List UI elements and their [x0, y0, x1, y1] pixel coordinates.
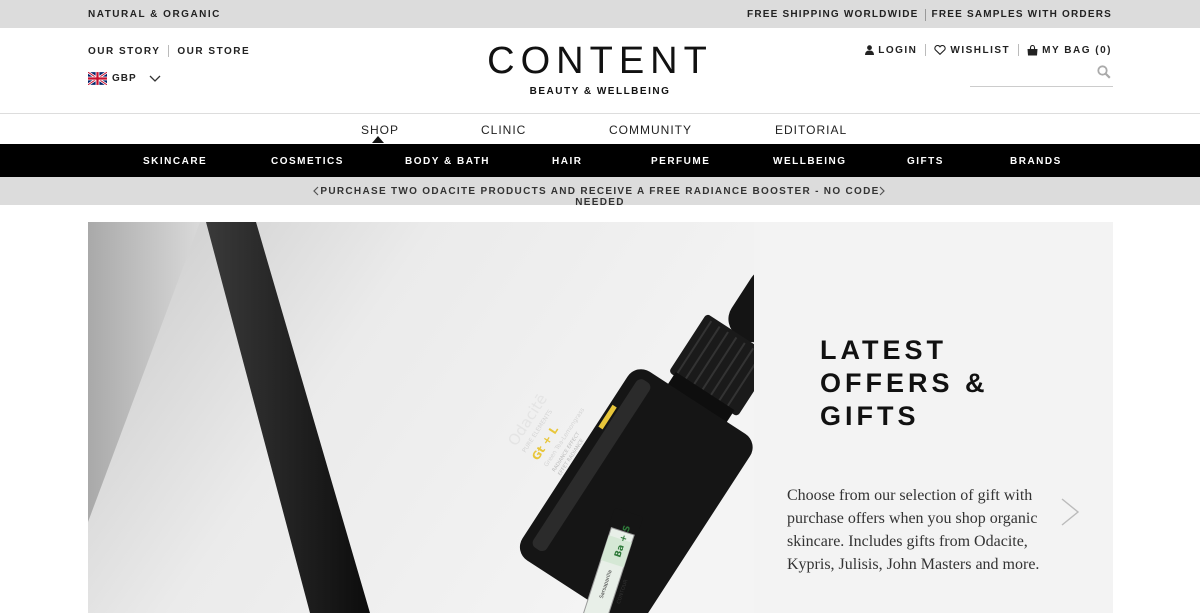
category-perfume[interactable]: PERFUME — [651, 156, 710, 167]
category-navigation: SKINCARE COSMETICS BODY & BATH HAIR PERF… — [0, 144, 1200, 177]
my-bag-link[interactable]: MY BAG (0) — [1027, 44, 1112, 56]
divider — [1018, 44, 1020, 56]
product-photo-illustration: Odacitē PURE ELEMENTS Gt + L Green Tea-L… — [88, 222, 754, 613]
tab-community[interactable]: COMMUNITY — [609, 123, 692, 137]
free-samples-label: FREE SAMPLES WITH ORDERS — [931, 9, 1112, 20]
login-label: LOGIN — [878, 44, 918, 56]
user-icon — [865, 45, 875, 55]
our-store-link[interactable]: OUR STORE — [177, 46, 250, 57]
search-input[interactable] — [970, 62, 1090, 84]
currency-selector[interactable]: GBP — [88, 72, 161, 85]
category-gifts[interactable]: GIFTS — [907, 156, 944, 167]
category-skincare[interactable]: SKINCARE — [143, 156, 207, 167]
logo-wordmark: CONTENT — [487, 40, 713, 82]
site-header: OUR STORY OUR STORE GBP CONTENT BEAUTY &… — [0, 28, 1200, 114]
chevron-right-icon[interactable] — [879, 186, 885, 196]
site-logo[interactable]: CONTENT BEAUTY & WELLBEING — [400, 42, 800, 97]
hero-banner[interactable]: Odacitē PURE ELEMENTS Gt + L Green Tea-L… — [88, 222, 1113, 613]
chevron-right-icon[interactable] — [1060, 497, 1080, 527]
promo-message[interactable]: PURCHASE TWO ODACITE PRODUCTS AND RECEIV… — [318, 186, 882, 208]
wishlist-link[interactable]: WISHLIST — [934, 45, 1010, 56]
uk-flag-icon — [88, 72, 107, 85]
category-hair[interactable]: HAIR — [552, 156, 582, 167]
tab-shop[interactable]: SHOP — [361, 123, 399, 137]
hero-description: Choose from our selection of gift with p… — [787, 487, 1040, 573]
logo-tagline: BEAUTY & WELLBEING — [529, 86, 671, 97]
our-story-link[interactable]: OUR STORY — [88, 46, 160, 57]
search-box — [970, 62, 1113, 87]
header-links: OUR STORY OUR STORE — [88, 45, 250, 57]
top-announcement-bar: NATURAL & ORGANIC FREE SHIPPING WORLDWID… — [0, 0, 1200, 28]
my-bag-label: MY BAG (0) — [1042, 44, 1112, 56]
account-links: LOGIN WISHLIST MY BAG (0) — [865, 44, 1112, 56]
natural-organic-label: NATURAL & ORGANIC — [88, 9, 221, 20]
tab-editorial[interactable]: EDITORIAL — [775, 123, 847, 137]
wishlist-label: WISHLIST — [950, 44, 1011, 56]
category-body-bath[interactable]: BODY & BATH — [405, 156, 490, 167]
category-wellbeing[interactable]: WELLBEING — [773, 156, 847, 167]
divider — [168, 45, 170, 57]
tab-clinic[interactable]: CLINIC — [481, 123, 526, 137]
hero-text-panel: LATEST OFFERS & GIFTS Choose from our se… — [754, 222, 1113, 613]
chevron-down-icon — [149, 75, 161, 82]
active-tab-indicator — [372, 136, 384, 143]
category-brands[interactable]: BRANDS — [1010, 156, 1062, 167]
currency-label: GBP — [112, 73, 137, 84]
divider — [924, 9, 926, 21]
heart-icon — [934, 45, 947, 55]
category-cosmetics[interactable]: COSMETICS — [271, 156, 344, 167]
top-bar-right: FREE SHIPPING WORLDWIDE FREE SAMPLES WIT… — [747, 9, 1112, 21]
free-shipping-label: FREE SHIPPING WORLDWIDE — [747, 9, 919, 20]
bag-icon — [1027, 44, 1038, 55]
promo-banner: PURCHASE TWO ODACITE PRODUCTS AND RECEIV… — [0, 177, 1200, 208]
divider — [925, 44, 927, 56]
login-link[interactable]: LOGIN — [865, 45, 917, 56]
main-navigation: SHOP CLINIC COMMUNITY EDITORIAL — [0, 114, 1200, 144]
search-icon[interactable] — [1097, 65, 1111, 79]
hero-product-image: Odacitē PURE ELEMENTS Gt + L Green Tea-L… — [88, 222, 754, 613]
hero-title: LATEST OFFERS & GIFTS — [820, 335, 989, 431]
